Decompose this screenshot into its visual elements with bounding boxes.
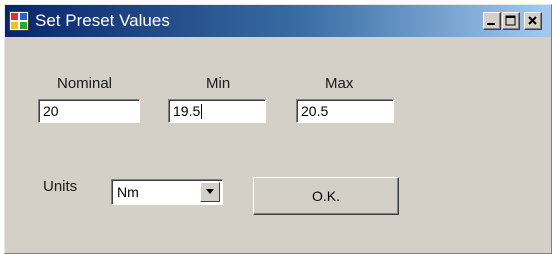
- units-label: Units: [43, 178, 78, 195]
- nominal-value: 20: [43, 103, 59, 119]
- max-value: 20.5: [301, 103, 329, 119]
- max-label: Max: [325, 75, 354, 92]
- nominal-field[interactable]: 20: [38, 99, 140, 123]
- units-selected-value: Nm: [117, 184, 139, 200]
- max-field[interactable]: 20.5: [296, 99, 394, 123]
- title-bar[interactable]: Set Preset Values: [5, 5, 551, 37]
- min-field[interactable]: 19.5: [168, 99, 266, 123]
- maximize-icon: [505, 15, 516, 26]
- chevron-down-icon: [206, 189, 214, 194]
- text-caret: [201, 104, 203, 119]
- ok-button[interactable]: O.K.: [253, 177, 399, 215]
- units-select[interactable]: Nm: [111, 179, 223, 205]
- preset-values-dialog: Set Preset Values Nominal Min Max 20 19.…: [4, 4, 552, 254]
- nominal-label: Nominal: [57, 75, 113, 92]
- min-value: 19.5: [173, 103, 201, 119]
- minimize-button[interactable]: [483, 12, 501, 30]
- min-label: Min: [206, 75, 231, 92]
- app-icon: [9, 11, 29, 31]
- close-icon: [528, 16, 537, 25]
- maximize-button[interactable]: [502, 12, 520, 30]
- minimize-icon: [487, 23, 495, 25]
- units-dropdown-button[interactable]: [200, 182, 220, 202]
- window-title: Set Preset Values: [35, 11, 170, 30]
- close-button[interactable]: [524, 12, 542, 30]
